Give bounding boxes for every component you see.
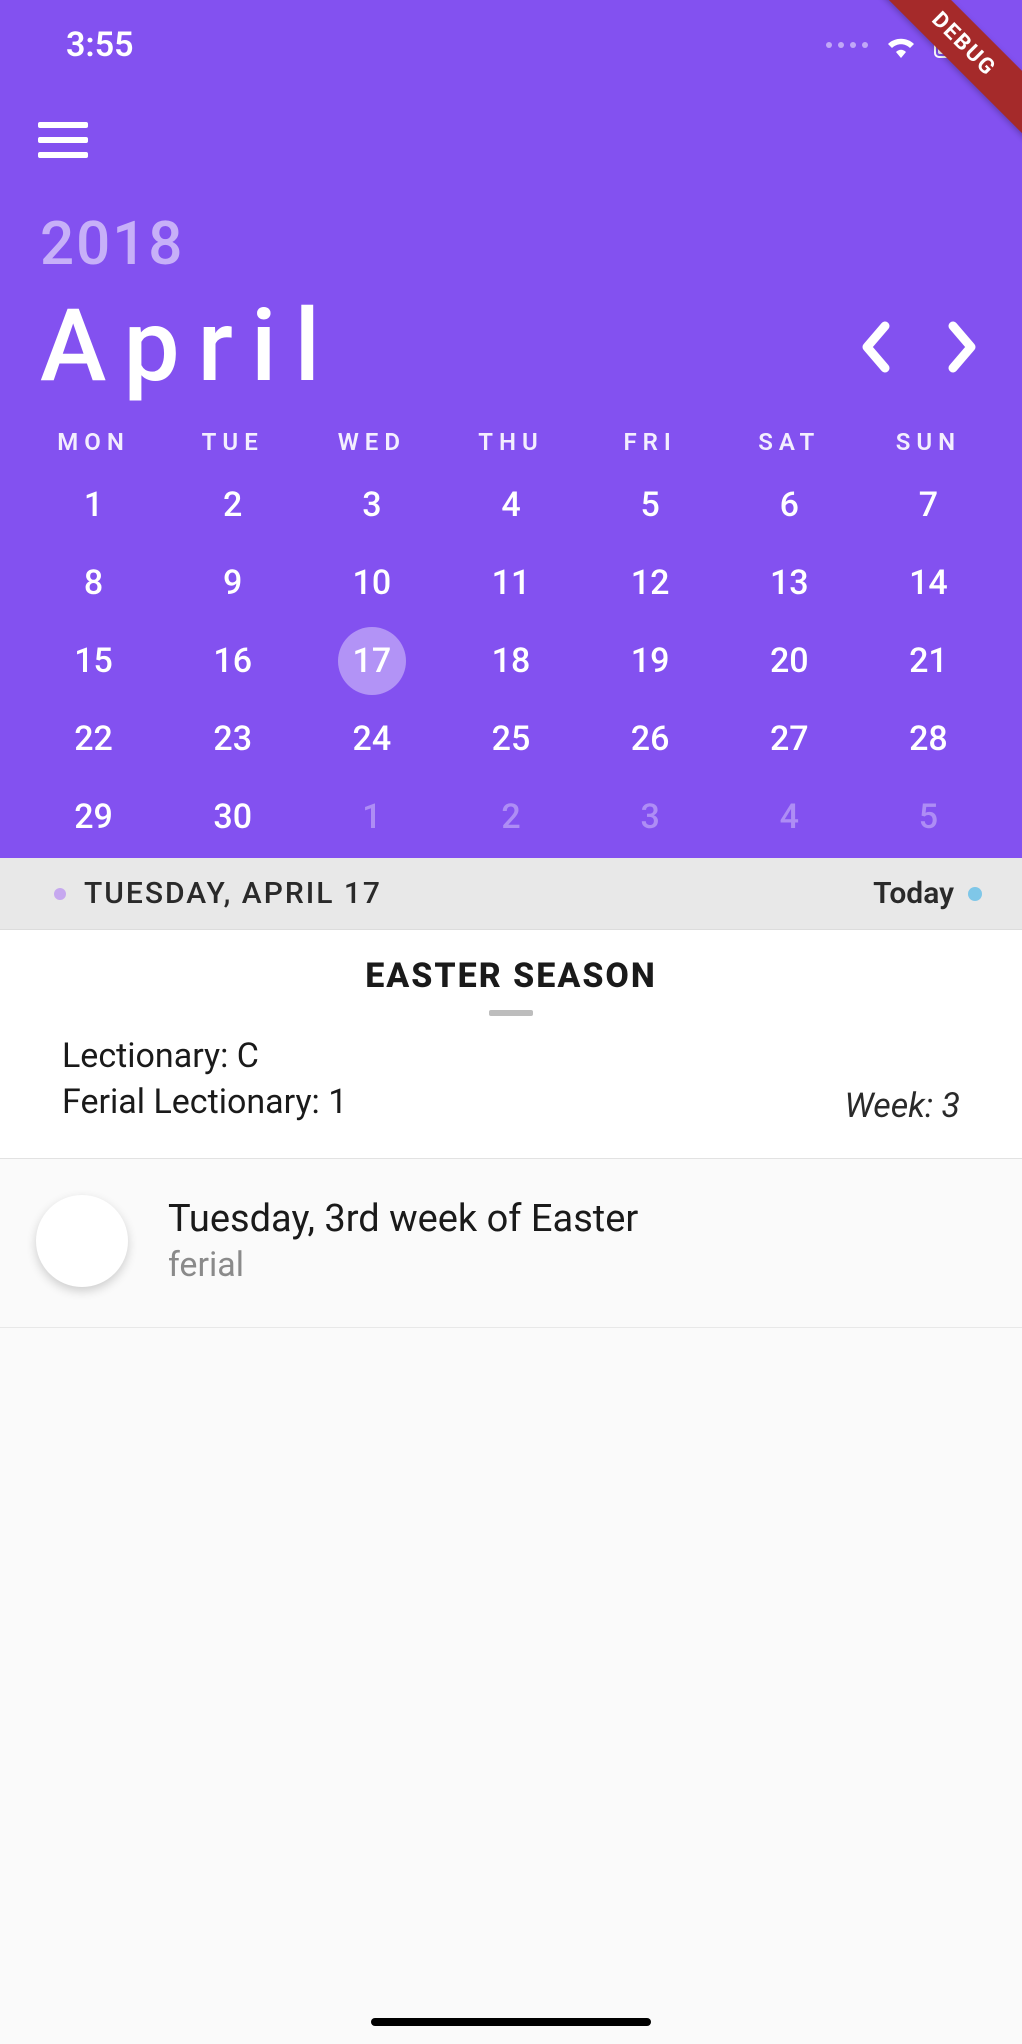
calendar-day[interactable]: 6 — [720, 466, 859, 544]
wifi-icon — [884, 32, 918, 58]
weekday-thu: THU — [441, 428, 580, 456]
season-lectionary-block: Lectionary: C Ferial Lectionary: 1 — [62, 1034, 347, 1126]
status-time: 3:55 — [66, 25, 134, 65]
next-month-button[interactable] — [942, 316, 982, 378]
calendar-day[interactable]: 15 — [24, 622, 163, 700]
weekday-sun: SUN — [859, 428, 998, 456]
home-indicator[interactable] — [371, 2018, 651, 2026]
calendar-day[interactable]: 20 — [720, 622, 859, 700]
calendar-day[interactable]: 26 — [581, 700, 720, 778]
calendar-day[interactable]: 13 — [720, 544, 859, 622]
feast-color-icon — [36, 1195, 128, 1287]
selected-date-left: TUESDAY, APRIL 17 — [54, 876, 382, 911]
feast-list-item[interactable]: Tuesday, 3rd week of Easter ferial — [0, 1159, 1022, 1328]
ferial-lectionary-label: Ferial Lectionary: — [62, 1082, 320, 1122]
month-nav — [856, 316, 982, 378]
calendar-day[interactable]: 16 — [163, 622, 302, 700]
calendar-day[interactable]: 29 — [24, 778, 163, 856]
week-value: 3 — [941, 1086, 960, 1126]
calendar-day[interactable]: 1 — [24, 466, 163, 544]
calendar-day[interactable]: 12 — [581, 544, 720, 622]
calendar-day: 1 — [302, 778, 441, 856]
weekday-wed: WED — [302, 428, 441, 456]
calendar-day[interactable]: 22 — [24, 700, 163, 778]
calendar-day[interactable]: 3 — [302, 466, 441, 544]
calendar-day[interactable]: 18 — [441, 622, 580, 700]
calendar-day: 4 — [720, 778, 859, 856]
weekday-sat: SAT — [720, 428, 859, 456]
cellular-dots-icon — [826, 42, 868, 48]
calendar-month: April — [40, 288, 338, 405]
season-week: Week: 3 — [845, 1086, 960, 1126]
calendar-day[interactable]: 4 — [441, 466, 580, 544]
today-button[interactable]: Today — [873, 876, 982, 911]
season-title: EASTER SEASON — [62, 956, 960, 996]
calendar-header: 3:55 2018 April — [0, 0, 1022, 858]
calendar-day[interactable]: 7 — [859, 466, 998, 544]
status-bar: 3:55 — [0, 0, 1022, 90]
weekday-mon: MON — [24, 428, 163, 456]
dot-icon — [968, 887, 982, 901]
selected-date-bar: TUESDAY, APRIL 17 Today — [0, 858, 1022, 930]
calendar-day[interactable]: 28 — [859, 700, 998, 778]
calendar-day[interactable]: 9 — [163, 544, 302, 622]
calendar-day: 5 — [859, 778, 998, 856]
calendar-day[interactable]: 14 — [859, 544, 998, 622]
calendar-day: 2 — [441, 778, 580, 856]
divider — [489, 1010, 533, 1016]
calendar-day[interactable]: 8 — [24, 544, 163, 622]
calendar-day[interactable]: 10 — [302, 544, 441, 622]
calendar-grid: 1234567891011121314151617181920212223242… — [0, 466, 1022, 856]
menu-button[interactable] — [38, 122, 88, 158]
calendar-day[interactable]: 25 — [441, 700, 580, 778]
calendar-day[interactable]: 23 — [163, 700, 302, 778]
season-card: EASTER SEASON Lectionary: C Ferial Lecti… — [0, 930, 1022, 1159]
month-row: April — [40, 288, 982, 405]
calendar-day[interactable]: 2 — [163, 466, 302, 544]
calendar-day[interactable]: 24 — [302, 700, 441, 778]
calendar-day[interactable]: 30 — [163, 778, 302, 856]
week-label: Week: — [845, 1086, 934, 1126]
weekday-tue: TUE — [163, 428, 302, 456]
calendar-day[interactable]: 21 — [859, 622, 998, 700]
lectionary-label: Lectionary: — [62, 1036, 228, 1076]
prev-month-button[interactable] — [856, 316, 896, 378]
calendar-day: 3 — [581, 778, 720, 856]
feast-title: Tuesday, 3rd week of Easter — [168, 1197, 638, 1241]
weekday-header: MON TUE WED THU FRI SAT SUN — [0, 428, 1022, 456]
calendar-day[interactable]: 19 — [581, 622, 720, 700]
calendar-day[interactable]: 17 — [302, 622, 441, 700]
feast-rank: ferial — [168, 1245, 638, 1285]
calendar-day[interactable]: 11 — [441, 544, 580, 622]
today-label: Today — [873, 876, 954, 911]
lectionary-value: C — [237, 1036, 259, 1076]
dot-icon — [54, 888, 66, 900]
feast-text: Tuesday, 3rd week of Easter ferial — [168, 1197, 638, 1285]
selected-date-label: TUESDAY, APRIL 17 — [84, 876, 382, 911]
calendar-day[interactable]: 27 — [720, 700, 859, 778]
ferial-lectionary-value: 1 — [328, 1082, 347, 1122]
calendar-day[interactable]: 5 — [581, 466, 720, 544]
screen: 3:55 2018 April — [0, 0, 1022, 2044]
weekday-fri: FRI — [581, 428, 720, 456]
calendar-year[interactable]: 2018 — [40, 208, 184, 279]
